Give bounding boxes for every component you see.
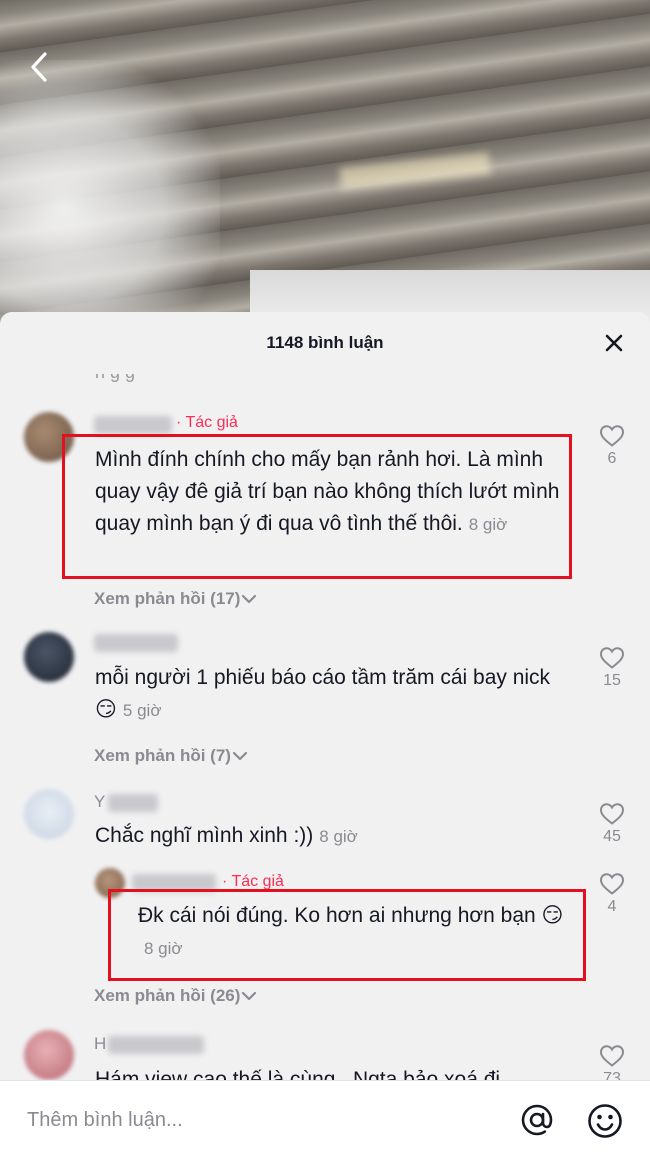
comment-input[interactable] <box>27 1105 467 1135</box>
comment-input-bar <box>0 1080 650 1156</box>
blurred-username <box>94 634 178 652</box>
close-button[interactable] <box>602 331 626 355</box>
heart-outline-icon <box>599 647 625 669</box>
sheet-header: 1148 bình luận <box>0 312 650 374</box>
avatar[interactable] <box>24 789 74 839</box>
video-light-wash <box>0 60 220 340</box>
blurred-username <box>94 416 172 434</box>
chevron-down-icon <box>242 594 257 604</box>
view-replies-label: Xem phản hồi (26) <box>94 986 241 1005</box>
smiley-icon <box>588 1104 622 1138</box>
comment-body: mỗi người 1 phiếu báo cáo tầm trăm cái b… <box>95 666 551 689</box>
username-initial: Y <box>94 792 106 811</box>
heart-outline-icon <box>599 1045 625 1067</box>
comment-time: 5 giờ <box>122 701 162 720</box>
emoji-button[interactable] <box>586 1102 624 1140</box>
view-replies-label: Xem phản hồi (17) <box>94 589 241 608</box>
like-count: 4 <box>607 898 617 915</box>
view-replies-label: Xem phản hồi (7) <box>94 746 231 765</box>
heart-outline-icon <box>599 425 625 447</box>
like-button[interactable]: 73 <box>592 1044 632 1082</box>
like-button[interactable]: 4 <box>592 872 632 916</box>
view-replies-button[interactable]: Xem phản hồi (26) <box>94 986 258 1006</box>
chevron-left-icon <box>31 52 47 82</box>
like-count: 45 <box>603 828 621 845</box>
highlight-box <box>108 889 586 981</box>
comments-sheet: 1148 bình luận n g g · Tác giả Mình đính… <box>0 312 650 1156</box>
author-tag: · Tác giả <box>176 414 238 431</box>
like-count: 15 <box>603 672 621 689</box>
like-button[interactable]: 6 <box>592 424 632 468</box>
chevron-down-icon <box>232 751 248 761</box>
avatar[interactable] <box>24 1030 74 1080</box>
heart-outline-icon <box>599 873 625 895</box>
like-button[interactable]: 15 <box>592 646 632 690</box>
back-button[interactable] <box>22 50 56 84</box>
comment-count-title: 1148 bình luận <box>266 333 384 352</box>
highlight-box <box>62 434 572 579</box>
video-background <box>0 0 650 340</box>
view-replies-button[interactable]: Xem phản hồi (17) <box>94 589 258 609</box>
heart-outline-icon <box>599 803 625 825</box>
like-button[interactable]: 45 <box>592 802 632 846</box>
video-ceiling-light <box>339 152 491 190</box>
at-sign-icon <box>521 1104 553 1136</box>
comment-body: Chắc nghĩ mình xinh :)) <box>95 824 314 847</box>
like-count: 6 <box>607 450 617 467</box>
blurred-username <box>108 794 158 812</box>
comment-text: Chắc nghĩ mình xinh :)) 8 giờ <box>95 820 565 853</box>
mention-button[interactable] <box>519 1102 555 1138</box>
comment-time: 8 giờ <box>319 827 358 846</box>
view-replies-button[interactable]: Xem phản hồi (7) <box>94 746 249 766</box>
avatar[interactable] <box>24 632 74 682</box>
comments-list[interactable]: n g g · Tác giả Mình đính chính cho mấy … <box>0 374 650 1082</box>
username-initial: H <box>94 1034 107 1053</box>
partially-hidden-comment: n g g <box>95 374 635 384</box>
comment-text: mỗi người 1 phiếu báo cáo tầm trăm cái b… <box>95 662 565 727</box>
blurred-username <box>108 1036 204 1054</box>
smirk-emoji: 😏 <box>95 698 117 721</box>
close-icon <box>605 334 623 352</box>
chevron-down-icon <box>242 991 257 1001</box>
